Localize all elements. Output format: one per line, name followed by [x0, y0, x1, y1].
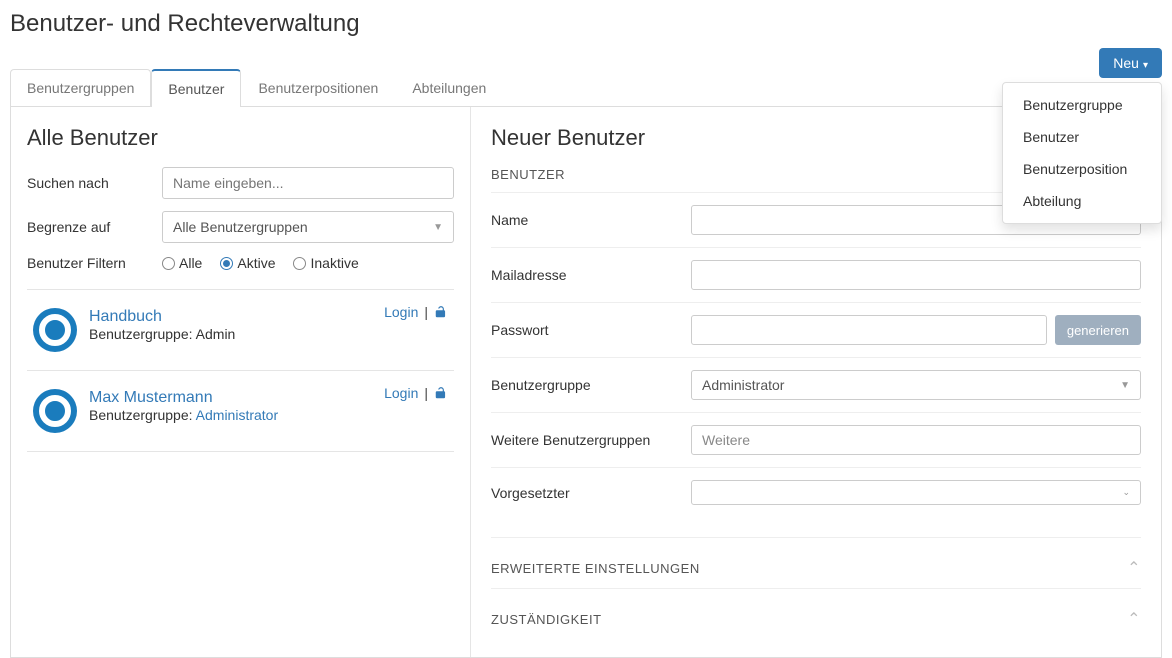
supervisor-select[interactable]: ⌄ — [691, 480, 1141, 505]
login-link[interactable]: Login — [384, 304, 418, 320]
field-label-group: Benutzergruppe — [491, 377, 691, 393]
group-link[interactable]: Administrator — [196, 407, 278, 423]
field-label-name: Name — [491, 212, 691, 228]
filter-radio-group: Alle Aktive Inaktive — [162, 255, 359, 271]
page-title: Benutzer- und Rechteverwaltung — [10, 10, 1162, 38]
left-pane: Alle Benutzer Suchen nach Begrenze auf A… — [11, 107, 471, 657]
limit-label: Begrenze auf — [27, 219, 162, 235]
radio-inaktive[interactable]: Inaktive — [293, 255, 358, 271]
user-list: Handbuch Benutzergruppe: Admin Login | M… — [27, 289, 454, 452]
radio-icon — [220, 257, 233, 270]
dropdown-item-abteilung[interactable]: Abteilung — [1003, 185, 1161, 217]
field-label-more-groups: Weitere Benutzergruppen — [491, 432, 691, 448]
tabs: Benutzergruppen Benutzer Benutzerpositio… — [10, 68, 1162, 107]
user-row: Max Mustermann Benutzergruppe: Administr… — [27, 370, 454, 452]
radio-alle[interactable]: Alle — [162, 255, 202, 271]
chevron-up-icon: ⌃ — [1127, 609, 1141, 629]
field-label-mail: Mailadresse — [491, 267, 691, 283]
avatar — [33, 389, 77, 433]
radio-aktive[interactable]: Aktive — [220, 255, 275, 271]
chevron-up-icon: ⌃ — [1127, 558, 1141, 578]
tab-benutzer[interactable]: Benutzer — [151, 69, 241, 107]
limit-select-value: Alle Benutzergruppen — [173, 219, 308, 235]
user-group: Benutzergruppe: Admin — [89, 326, 235, 342]
chevron-down-icon: ⌄ — [1122, 487, 1130, 498]
tab-benutzergruppen[interactable]: Benutzergruppen — [10, 69, 151, 107]
filter-label: Benutzer Filtern — [27, 255, 162, 271]
more-groups-select[interactable]: Weitere — [691, 425, 1141, 455]
user-row: Handbuch Benutzergruppe: Admin Login | — [27, 289, 454, 370]
mail-input[interactable] — [691, 260, 1141, 290]
unlock-icon[interactable] — [434, 386, 448, 400]
caret-down-icon: ▼ — [433, 222, 443, 233]
new-button[interactable]: Neu ▾ — [1099, 48, 1162, 78]
separator: | — [424, 385, 428, 401]
search-label: Suchen nach — [27, 175, 162, 191]
search-input[interactable] — [162, 167, 454, 199]
more-groups-value: Weitere — [702, 432, 750, 448]
field-label-password: Passwort — [491, 322, 691, 338]
section-extended[interactable]: ERWEITERTE EINSTELLUNGEN ⌃ — [491, 537, 1141, 588]
tab-abteilungen[interactable]: Abteilungen — [395, 69, 503, 107]
group-select-value: Administrator — [702, 377, 784, 393]
dropdown-item-benutzerposition[interactable]: Benutzerposition — [1003, 153, 1161, 185]
new-button-label: Neu — [1113, 55, 1139, 71]
user-group: Benutzergruppe: Administrator — [89, 407, 278, 423]
section-header-responsibility: ZUSTÄNDIGKEIT — [491, 612, 602, 627]
radio-icon — [162, 257, 175, 270]
user-name-link[interactable]: Handbuch — [89, 308, 235, 326]
left-title: Alle Benutzer — [27, 125, 454, 151]
tab-benutzerpositionen[interactable]: Benutzerpositionen — [241, 69, 395, 107]
new-dropdown: Benutzergruppe Benutzer Benutzerposition… — [1002, 82, 1162, 224]
radio-icon — [293, 257, 306, 270]
avatar — [33, 308, 77, 352]
chevron-down-icon: ▾ — [1143, 60, 1148, 71]
separator: | — [424, 304, 428, 320]
group-select[interactable]: Administrator ▼ — [691, 370, 1141, 400]
unlock-icon[interactable] — [434, 305, 448, 319]
dropdown-item-benutzer[interactable]: Benutzer — [1003, 121, 1161, 153]
login-link[interactable]: Login — [384, 385, 418, 401]
dropdown-item-benutzergruppe[interactable]: Benutzergruppe — [1003, 89, 1161, 121]
field-label-supervisor: Vorgesetzter — [491, 485, 691, 501]
section-responsibility[interactable]: ZUSTÄNDIGKEIT ⌃ — [491, 588, 1141, 639]
generate-button[interactable]: generieren — [1055, 315, 1141, 345]
section-header-extended: ERWEITERTE EINSTELLUNGEN — [491, 561, 700, 576]
caret-down-icon: ▼ — [1120, 380, 1130, 391]
password-input[interactable] — [691, 315, 1047, 345]
user-name-link[interactable]: Max Mustermann — [89, 389, 278, 407]
limit-select[interactable]: Alle Benutzergruppen ▼ — [162, 211, 454, 243]
